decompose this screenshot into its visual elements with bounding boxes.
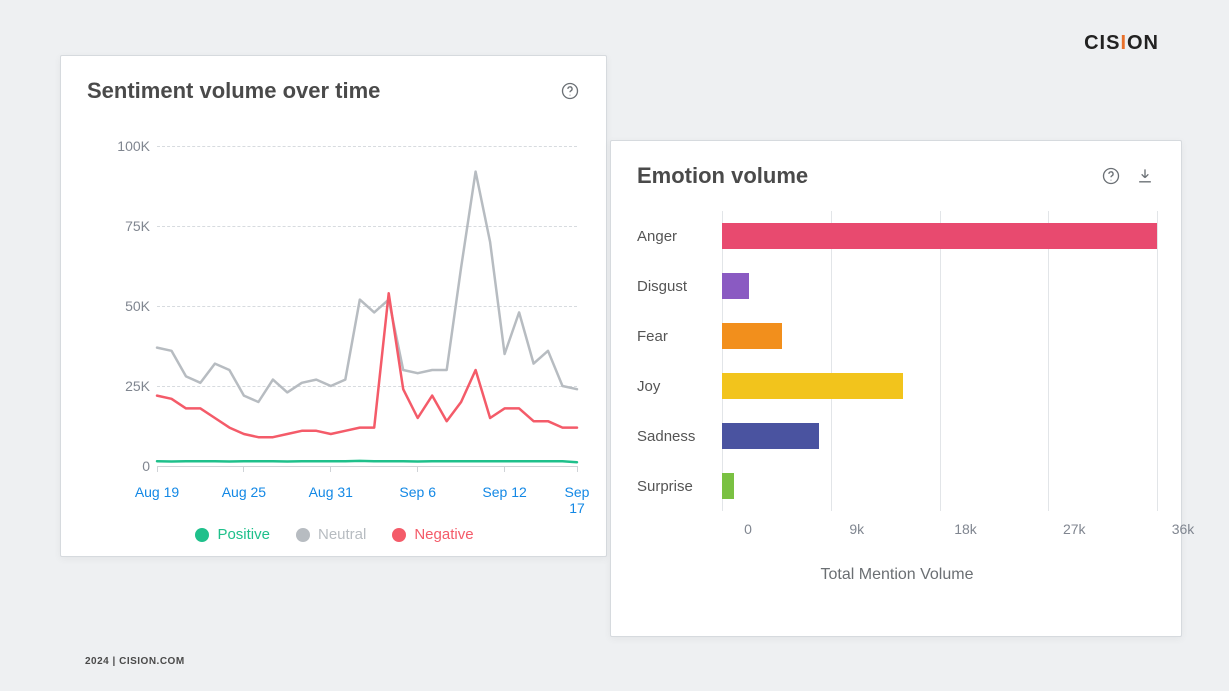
legend-label: Neutral xyxy=(318,526,366,543)
emotion-title: Emotion volume xyxy=(637,163,808,189)
page-footer: 2024 | CISION.COM xyxy=(85,656,185,667)
bar-label: Joy xyxy=(637,378,722,395)
legend-label: Positive xyxy=(217,526,270,543)
legend-dot xyxy=(296,528,310,542)
sentiment-card: Sentiment volume over time 025K50K75K100… xyxy=(60,55,607,557)
sentiment-line-chart[interactable]: 025K50K75K100KAug 19Aug 25Aug 31Sep 6Sep… xyxy=(87,146,582,526)
x-tick-label: 9k xyxy=(849,521,864,537)
brand-text-3: ON xyxy=(1127,32,1159,54)
legend-item-neutral[interactable]: Neutral xyxy=(296,526,366,543)
brand-logo: CISION xyxy=(1084,32,1159,55)
bar-fill xyxy=(722,273,749,299)
help-icon[interactable] xyxy=(560,81,580,101)
brand-text-1: CIS xyxy=(1084,32,1120,54)
bar-axis-title: Total Mention Volume xyxy=(637,566,1157,584)
bar-fill xyxy=(722,323,782,349)
bar-fill xyxy=(722,373,903,399)
bar-fill xyxy=(722,473,734,499)
emotion-card: Emotion volume Anger Disgust Fear Joy Sadnes… xyxy=(610,140,1182,637)
x-tick-label: 0 xyxy=(744,521,752,537)
x-tick-label: 27k xyxy=(1063,521,1086,537)
bar-row[interactable]: Fear xyxy=(637,311,1157,361)
help-icon[interactable] xyxy=(1101,166,1121,186)
legend-item-positive[interactable]: Positive xyxy=(195,526,270,543)
bar-label: Anger xyxy=(637,228,722,245)
bar-row[interactable]: Surprise xyxy=(637,461,1157,511)
sentiment-legend: Positive Neutral Negative xyxy=(87,526,582,543)
emotion-card-header: Emotion volume xyxy=(611,141,1181,199)
sentiment-title: Sentiment volume over time xyxy=(87,78,380,104)
bar-label: Sadness xyxy=(637,428,722,445)
bar-label: Disgust xyxy=(637,278,722,295)
bar-label: Fear xyxy=(637,328,722,345)
legend-dot xyxy=(392,528,406,542)
bar-row[interactable]: Anger xyxy=(637,211,1157,261)
legend-label: Negative xyxy=(414,526,473,543)
bar-row[interactable]: Sadness xyxy=(637,411,1157,461)
bar-row[interactable]: Joy xyxy=(637,361,1157,411)
x-tick-label: 18k xyxy=(954,521,977,537)
bar-row[interactable]: Disgust xyxy=(637,261,1157,311)
legend-item-negative[interactable]: Negative xyxy=(392,526,473,543)
emotion-bar-chart[interactable]: Anger Disgust Fear Joy Sadness Surprise 0 9k 18k… xyxy=(637,211,1157,581)
bar-fill xyxy=(722,423,819,449)
legend-dot xyxy=(195,528,209,542)
x-tick-label: 36k xyxy=(1172,521,1195,537)
bar-fill xyxy=(722,223,1157,249)
sentiment-card-header: Sentiment volume over time xyxy=(61,56,606,114)
download-icon[interactable] xyxy=(1135,166,1155,186)
bar-label: Surprise xyxy=(637,478,722,495)
